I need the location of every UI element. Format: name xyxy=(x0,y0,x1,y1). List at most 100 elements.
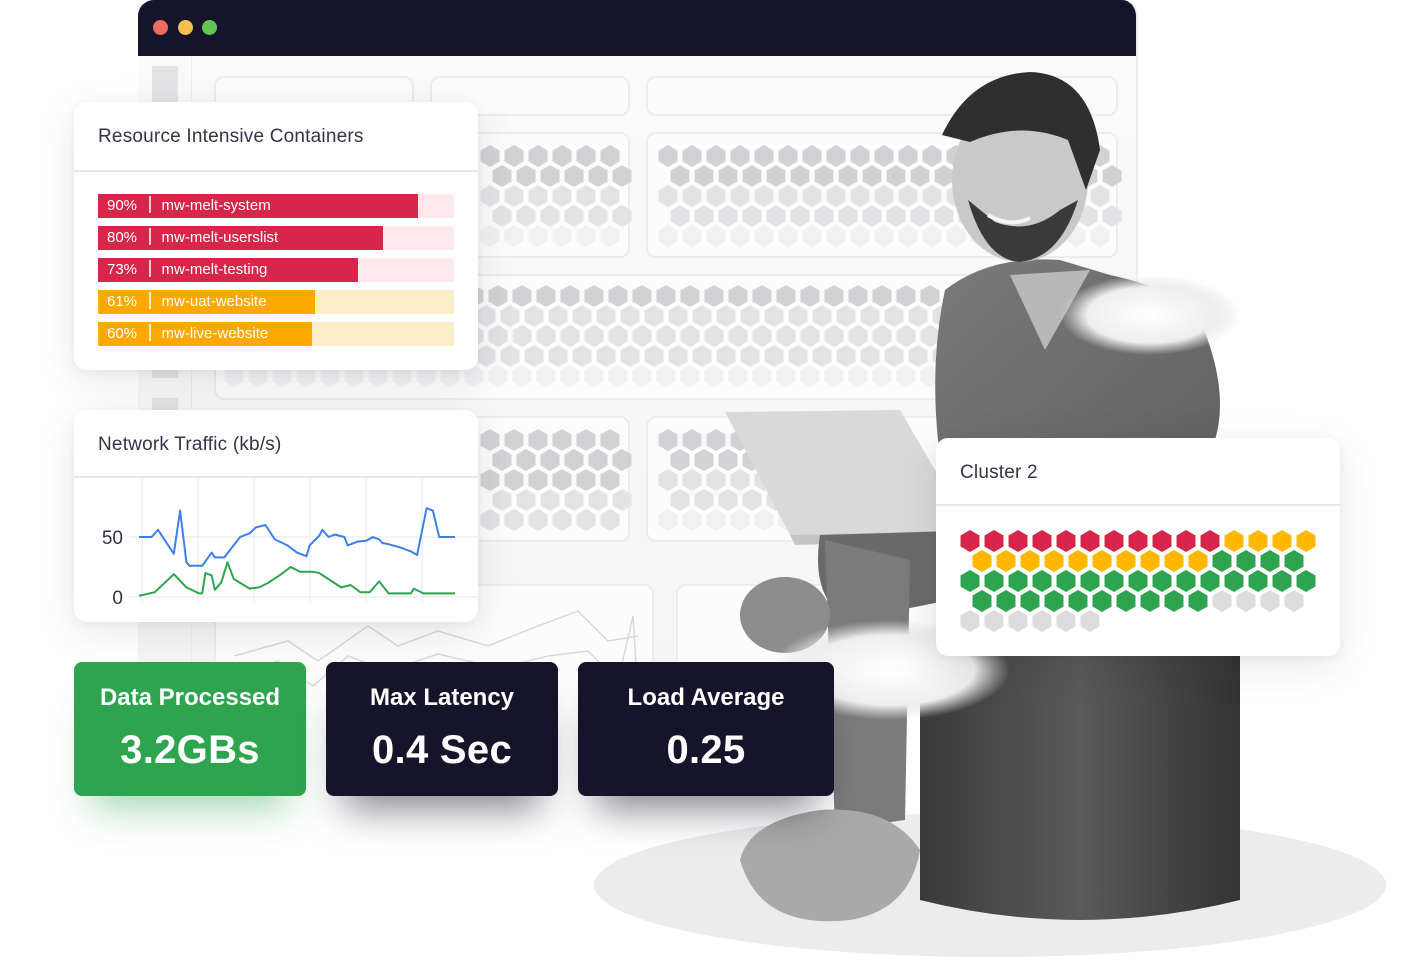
ghost-hex xyxy=(788,305,808,327)
container-name: mw-live-website xyxy=(161,325,269,342)
ghost-hex xyxy=(504,145,524,167)
cluster-node-yellow[interactable] xyxy=(1140,550,1160,572)
cluster-node-green[interactable] xyxy=(1152,570,1172,592)
ghost-hex xyxy=(500,305,520,327)
cluster-node-gray[interactable] xyxy=(1080,610,1100,632)
ghost-hex xyxy=(512,285,532,307)
cluster-node-yellow[interactable] xyxy=(1068,550,1088,572)
cluster-node-green[interactable] xyxy=(1260,550,1280,572)
cluster-node-green[interactable] xyxy=(1020,590,1040,612)
cluster-node-yellow[interactable] xyxy=(1272,530,1292,552)
cluster-node-yellow[interactable] xyxy=(1116,550,1136,572)
cluster-node-gray[interactable] xyxy=(1008,610,1028,632)
cluster-node-green[interactable] xyxy=(1116,590,1136,612)
cluster-node-yellow[interactable] xyxy=(1020,550,1040,572)
cluster-node-green[interactable] xyxy=(1248,570,1268,592)
cluster-node-red[interactable] xyxy=(1200,530,1220,552)
cluster-node-yellow[interactable] xyxy=(1188,550,1208,572)
ghost-hex xyxy=(560,365,580,387)
separator xyxy=(149,292,151,309)
cluster-node-green[interactable] xyxy=(1296,570,1316,592)
cluster-node-green[interactable] xyxy=(1284,550,1304,572)
cluster-node-red[interactable] xyxy=(1080,530,1100,552)
ghost-hex xyxy=(1042,185,1062,207)
cluster-node-yellow[interactable] xyxy=(1224,530,1244,552)
ghost-hex xyxy=(970,185,990,207)
cluster-node-green[interactable] xyxy=(1008,570,1028,592)
cluster-node-green[interactable] xyxy=(1068,590,1088,612)
ghost-hex xyxy=(730,145,750,167)
cluster-node-red[interactable] xyxy=(960,530,980,552)
ghost-hex xyxy=(862,165,882,187)
ghost-hex xyxy=(706,509,726,531)
cluster-node-gray[interactable] xyxy=(1032,610,1052,632)
cluster-node-red[interactable] xyxy=(1176,530,1196,552)
cluster-node-yellow[interactable] xyxy=(996,550,1016,572)
ghost-hex xyxy=(946,185,966,207)
ghost-hex xyxy=(612,489,632,511)
ghost-hex xyxy=(612,449,632,471)
cluster-node-green[interactable] xyxy=(972,590,992,612)
cluster-node-green[interactable] xyxy=(1236,550,1256,572)
cluster-node-green[interactable] xyxy=(984,570,1004,592)
ghost-hex xyxy=(492,449,512,471)
cluster-node-red[interactable] xyxy=(1104,530,1124,552)
cluster-node-yellow[interactable] xyxy=(1248,530,1268,552)
window-maximize-button[interactable] xyxy=(202,20,217,35)
ghost-hex xyxy=(766,449,786,471)
cluster-node-green[interactable] xyxy=(1176,570,1196,592)
ghost-hex xyxy=(812,345,832,367)
ghost-hex xyxy=(552,145,572,167)
cluster-node-green[interactable] xyxy=(1224,570,1244,592)
cluster-node-green[interactable] xyxy=(1092,590,1112,612)
cluster-node-green[interactable] xyxy=(960,570,980,592)
cluster-node-yellow[interactable] xyxy=(1092,550,1112,572)
cluster-node-green[interactable] xyxy=(1212,550,1232,572)
window-minimize-button[interactable] xyxy=(178,20,193,35)
cluster-node-gray[interactable] xyxy=(1236,590,1256,612)
ghost-hex xyxy=(1042,225,1062,247)
cluster-node-red[interactable] xyxy=(1152,530,1172,552)
cluster-node-green[interactable] xyxy=(1140,590,1160,612)
cluster-node-green[interactable] xyxy=(1032,570,1052,592)
cluster-node-green[interactable] xyxy=(1272,570,1292,592)
ghost-hex xyxy=(668,345,688,367)
ghost-hex xyxy=(862,205,882,227)
ghost-hex xyxy=(1076,305,1096,327)
stat-label: Max Latency xyxy=(369,684,515,711)
ghost-hex xyxy=(512,325,532,347)
cluster-node-green[interactable] xyxy=(996,590,1016,612)
cluster-node-green[interactable] xyxy=(1188,590,1208,612)
cluster-node-yellow[interactable] xyxy=(1044,550,1064,572)
cluster-node-yellow[interactable] xyxy=(1296,530,1316,552)
cluster-node-gray[interactable] xyxy=(1260,590,1280,612)
ghost-hex xyxy=(608,325,628,347)
cluster-node-green[interactable] xyxy=(1080,570,1100,592)
cluster-node-gray[interactable] xyxy=(1056,610,1076,632)
ghost-hex xyxy=(728,365,748,387)
window-close-button[interactable] xyxy=(153,20,168,35)
cluster-node-green[interactable] xyxy=(1128,570,1148,592)
cluster-node-green[interactable] xyxy=(1056,570,1076,592)
ghost-hex xyxy=(1064,285,1084,307)
cluster-node-green[interactable] xyxy=(1044,590,1064,612)
cluster-node-red[interactable] xyxy=(1008,530,1028,552)
cluster-node-gray[interactable] xyxy=(1212,590,1232,612)
cluster-node-yellow[interactable] xyxy=(972,550,992,572)
cluster-node-red[interactable] xyxy=(1128,530,1148,552)
separator xyxy=(149,324,151,341)
cluster-node-red[interactable] xyxy=(1056,530,1076,552)
cluster-node-green[interactable] xyxy=(1164,590,1184,612)
cluster-node-red[interactable] xyxy=(984,530,1004,552)
ghost-hex xyxy=(536,285,556,307)
cluster-node-green[interactable] xyxy=(1104,570,1124,592)
window-titlebar xyxy=(138,0,1136,56)
cluster-node-yellow[interactable] xyxy=(1164,550,1184,572)
ghost-hex xyxy=(754,185,774,207)
cluster-node-gray[interactable] xyxy=(984,610,1004,632)
ghost-hex xyxy=(480,225,500,247)
cluster-node-red[interactable] xyxy=(1032,530,1052,552)
cluster-node-gray[interactable] xyxy=(960,610,980,632)
cluster-node-gray[interactable] xyxy=(1284,590,1304,612)
cluster-node-green[interactable] xyxy=(1200,570,1220,592)
